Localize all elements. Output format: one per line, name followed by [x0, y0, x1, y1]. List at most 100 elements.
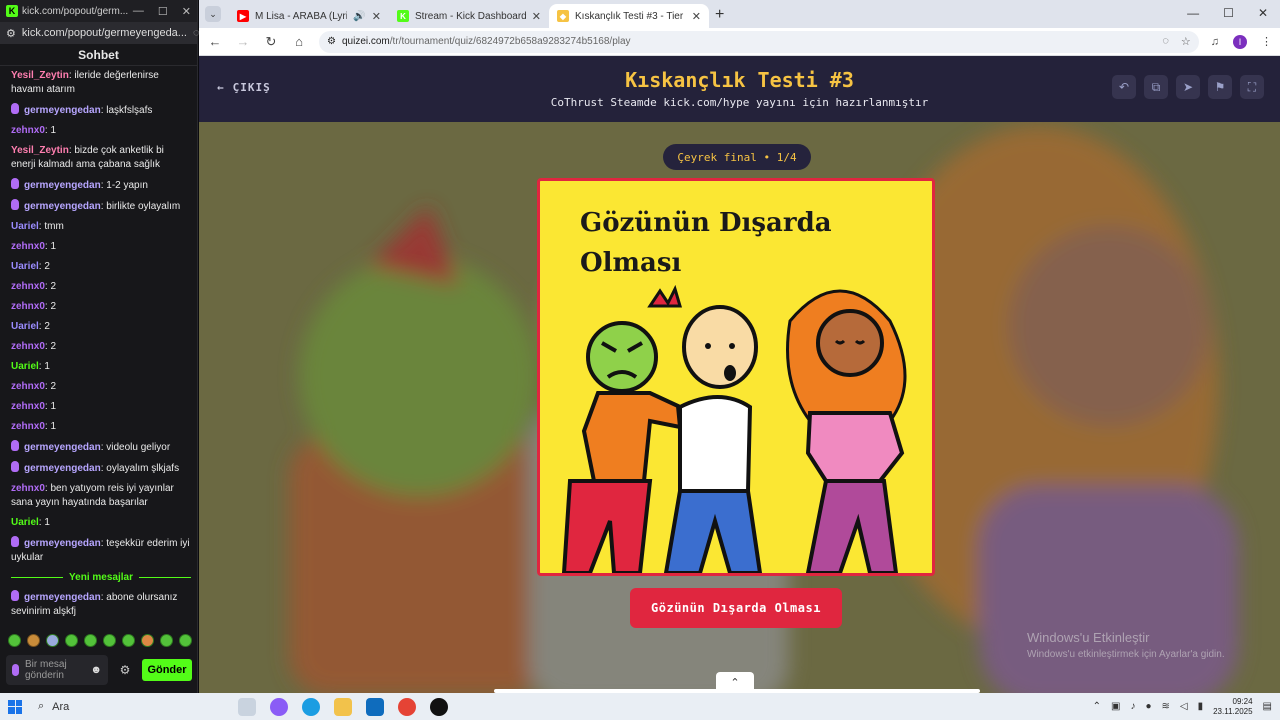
eye-slash-icon[interactable]: ◌ — [1162, 35, 1169, 48]
quiz-choice-card[interactable]: Gözünün Dışarda Olması — [537, 178, 935, 576]
edge-icon[interactable] — [302, 697, 320, 716]
address-bar[interactable]: ⚙ quizei.com/tr/tournament/quiz/6824972b… — [319, 30, 1199, 53]
browser-tab[interactable]: ▶ M Lisa - ARABA (Lyric Video) 🔊 ✕ — [229, 4, 389, 28]
forward-icon[interactable]: → — [235, 34, 251, 49]
volume-icon[interactable]: ◁ — [1180, 701, 1188, 712]
emoji-icon[interactable]: ☻ — [90, 664, 102, 676]
outlook-icon[interactable] — [366, 697, 384, 716]
home-icon[interactable]: ⌂ — [291, 34, 307, 49]
gear-icon[interactable]: ⚙ — [114, 663, 136, 677]
chat-username[interactable]: zehnx0 — [11, 421, 45, 432]
media-control-icon[interactable]: ♫ — [1211, 36, 1219, 48]
emote-icon[interactable] — [65, 634, 78, 647]
chat-username[interactable]: germeyengedan — [24, 463, 101, 474]
clock[interactable]: 09:24 23.11.2025 — [1213, 697, 1252, 717]
chat-username[interactable]: germeyengedan — [24, 105, 101, 116]
chat-text: 1 — [44, 517, 50, 528]
site-info-icon[interactable]: ⚙ — [6, 27, 16, 40]
browser-tab[interactable]: ◆ Kıskançlık Testi #3 - Tier List, Kı ✕ — [549, 4, 709, 28]
chat-username[interactable]: germeyengedan — [24, 442, 101, 453]
chat-text: 1 — [50, 421, 57, 432]
chat-username[interactable]: zehnx0 — [11, 125, 45, 136]
choice-button[interactable]: Gözünün Dışarda Olması — [630, 588, 842, 628]
star-icon[interactable]: ☆ — [1181, 35, 1191, 48]
emote-icon[interactable] — [84, 634, 97, 647]
share-icon[interactable]: ⧉ — [1144, 75, 1168, 99]
chat-text: 1-2 yapın — [106, 180, 148, 191]
site-info-icon[interactable]: ⚙ — [327, 36, 336, 47]
task-view-icon[interactable] — [238, 697, 256, 716]
chat-username[interactable]: zehnx0 — [11, 281, 45, 292]
wifi-icon[interactable]: ≋ — [1161, 701, 1169, 712]
mic-icon[interactable]: ● — [1145, 701, 1151, 712]
chat-username[interactable]: zehnx0 — [11, 341, 45, 352]
fullscreen-icon[interactable]: ⛶ — [1240, 75, 1264, 99]
watermark-title: Windows'u Etkinleştir — [1027, 630, 1150, 645]
chat-url-bar[interactable]: ⚙ kick.com/popout/germeyengeda... ◌ — [0, 22, 200, 44]
menu-icon[interactable]: ⋮ — [1261, 35, 1272, 48]
close-icon[interactable]: ✕ — [182, 5, 191, 18]
emote-icon[interactable] — [8, 634, 21, 647]
emote-icon[interactable] — [141, 634, 154, 647]
chat-username[interactable]: zehnx0 — [11, 483, 45, 494]
undo-icon[interactable]: ↶ — [1112, 75, 1136, 99]
new-tab-icon[interactable]: + — [715, 6, 724, 24]
tab-close-icon[interactable]: ✕ — [372, 10, 381, 23]
clock-date: 23.11.2025 — [1213, 706, 1253, 716]
emote-icon[interactable] — [160, 634, 173, 647]
back-icon[interactable]: ← — [207, 34, 223, 49]
speaker-icon[interactable]: ♪ — [1130, 701, 1135, 712]
mic-icon — [12, 664, 19, 676]
emote-icon[interactable] — [179, 634, 192, 647]
windows-start-icon[interactable] — [8, 699, 22, 714]
chat-username[interactable]: zehnx0 — [11, 401, 45, 412]
tab-search-icon[interactable]: ⌄ — [205, 6, 221, 22]
maximize-icon[interactable]: ☐ — [1223, 6, 1234, 20]
battery-icon[interactable]: ▮ — [1198, 701, 1204, 712]
chat-username[interactable]: Uariel — [11, 361, 39, 372]
chat-username[interactable]: zehnx0 — [11, 381, 45, 392]
reload-icon[interactable]: ↻ — [263, 34, 279, 50]
profile-avatar[interactable]: I — [1233, 34, 1247, 49]
chrome-icon[interactable] — [398, 697, 416, 716]
send-button[interactable]: Gönder — [142, 659, 192, 681]
close-icon[interactable]: ✕ — [1258, 6, 1268, 20]
emote-icon[interactable] — [103, 634, 116, 647]
chat-username[interactable]: zehnx0 — [11, 241, 45, 252]
chat-username[interactable]: Yesil_Zeytin — [11, 145, 69, 156]
chat-username[interactable]: Yesil_Zeytin — [11, 70, 69, 81]
notification-icon[interactable]: ▤ — [1263, 701, 1272, 712]
emote-icon[interactable] — [122, 634, 135, 647]
minimize-icon[interactable]: — — [133, 5, 144, 18]
file-explorer-icon[interactable] — [334, 697, 352, 716]
meet-icon[interactable]: ▣ — [1111, 701, 1120, 712]
maximize-icon[interactable]: ☐ — [158, 5, 168, 18]
search-icon: ⌕ — [38, 700, 45, 712]
copilot-icon[interactable] — [270, 697, 288, 716]
tab-close-icon[interactable]: ✕ — [532, 10, 541, 23]
chat-username[interactable]: germeyengedan — [24, 201, 101, 212]
chat-message-list[interactable]: Yesil_Zeytin: ileride değerlenirse havam… — [0, 66, 197, 626]
flag-icon[interactable]: ⚑ — [1208, 75, 1232, 99]
browser-tab[interactable]: K Stream - Kick Dashboard ✕ — [389, 4, 549, 28]
emote-icon[interactable] — [46, 634, 59, 647]
chat-username[interactable]: zehnx0 — [11, 301, 45, 312]
chat-username[interactable]: Uariel — [11, 321, 39, 332]
chat-username[interactable]: Uariel — [11, 261, 39, 272]
minimize-icon[interactable]: — — [1187, 6, 1199, 20]
browser-toolbar: ← → ↻ ⌂ ⚙ quizei.com/tr/tournament/quiz/… — [199, 28, 1280, 56]
tab-close-icon[interactable]: ✕ — [692, 10, 701, 23]
app-icon[interactable] — [430, 697, 448, 716]
chat-message-input[interactable]: Bir mesaj gönderin ☻ — [6, 655, 108, 685]
tab-audio-icon[interactable]: 🔊 — [353, 11, 365, 22]
tab-list: ▶ M Lisa - ARABA (Lyric Video) 🔊 ✕ K Stream -… — [229, 4, 709, 28]
taskbar-search[interactable]: ⌕ Ara — [38, 700, 218, 713]
send-icon[interactable]: ➤ — [1176, 75, 1200, 99]
chat-username[interactable]: germeyengedan — [24, 180, 101, 191]
chat-username[interactable]: Uariel — [11, 221, 39, 232]
chevron-up-icon[interactable]: ⌃ — [1093, 701, 1101, 712]
emote-icon[interactable] — [27, 634, 40, 647]
chat-username[interactable]: germeyengedan — [24, 538, 101, 549]
chat-username[interactable]: Uariel — [11, 517, 39, 528]
chat-username[interactable]: germeyengedan — [24, 592, 101, 603]
